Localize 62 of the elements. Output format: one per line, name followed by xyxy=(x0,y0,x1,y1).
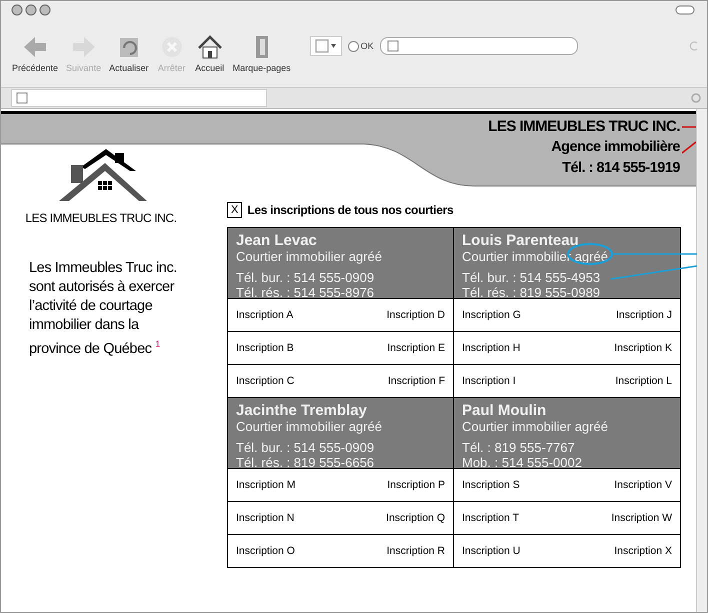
search-engine-dropdown[interactable] xyxy=(310,36,342,56)
listing-link[interactable]: Inscription G xyxy=(462,309,521,321)
broker-phone: Tél. rés. : 819 555-6656 xyxy=(236,455,376,470)
ok-radio[interactable]: OK xyxy=(348,40,374,52)
listing-link[interactable]: Inscription H xyxy=(462,342,520,354)
toolbar-button[interactable]: Marque-pages xyxy=(230,33,294,73)
listing-link[interactable]: Inscription Q xyxy=(386,512,445,524)
broker-title: Courtier immobilier agréé xyxy=(236,419,383,434)
listing-link[interactable]: Inscription K xyxy=(614,342,672,354)
scrollbar[interactable] xyxy=(696,109,707,612)
broker-phone: Tél. rés. : 514 555-8976 xyxy=(236,285,376,300)
listing-link[interactable]: Inscription M xyxy=(236,479,296,491)
broker-title: Courtier immobilier agréé xyxy=(236,249,383,264)
phone-number: Tél. : 814 555-1919 xyxy=(562,159,680,178)
toolbar-button[interactable]: Accueil xyxy=(192,33,228,73)
listing-link[interactable]: Inscription P xyxy=(387,479,445,491)
broker-name: Jacinthe Tremblay xyxy=(236,402,368,419)
listing-link[interactable]: Inscription J xyxy=(616,309,672,321)
listing-link[interactable]: Inscription T xyxy=(462,512,519,524)
listing-link[interactable]: Inscription E xyxy=(387,342,445,354)
close-box[interactable]: X xyxy=(227,202,242,218)
broker-name: Paul Moulin xyxy=(462,402,548,419)
toolbar-toggle-icon[interactable] xyxy=(675,5,695,15)
broker-name: Louis Parenteau xyxy=(462,232,580,249)
address-field[interactable] xyxy=(11,89,267,107)
loading-icon xyxy=(689,41,699,51)
listing-link[interactable]: Inscription I xyxy=(462,375,516,387)
agency-label: Agence immobilière xyxy=(551,138,680,157)
listing-link[interactable]: Inscription V xyxy=(614,479,672,491)
leader-line xyxy=(682,140,696,154)
listing-link[interactable]: Inscription O xyxy=(236,545,295,557)
logo-text: LES IMMEUBLES TRUC INC. xyxy=(25,211,177,225)
page-icon xyxy=(16,92,28,104)
listing-link[interactable]: Inscription N xyxy=(236,512,294,524)
listing-link[interactable]: Inscription D xyxy=(386,309,445,321)
broker-phone: Tél. bur. : 514 555-0909 xyxy=(236,440,376,455)
page-icon xyxy=(386,40,401,52)
listing-link[interactable]: Inscription S xyxy=(462,479,520,491)
broker-title: Courtier immobilier agréé xyxy=(462,419,609,434)
listings-title: Les inscriptions de tous nos courtiers xyxy=(247,203,454,217)
broker-phone: Tél. bur. : 514 555-0909 xyxy=(236,270,376,285)
listing-link[interactable]: Inscription F xyxy=(388,375,445,387)
listing-link[interactable]: Inscription R xyxy=(386,545,445,557)
gear-icon[interactable] xyxy=(691,93,701,103)
broker-phone: Tél. : 819 555-7767 xyxy=(462,440,576,455)
listing-link[interactable]: Inscription W xyxy=(611,512,672,524)
listing-link[interactable]: Inscription U xyxy=(462,545,520,557)
listing-link[interactable]: Inscription L xyxy=(615,375,672,387)
company-name: LES IMMEUBLES TRUC INC. xyxy=(488,117,680,137)
toolbar-button[interactable]: Précédente xyxy=(9,33,62,73)
broker-phone: Tél. rés. : 819 555-0989 xyxy=(462,285,602,300)
search-field[interactable] xyxy=(380,37,578,55)
listing-link[interactable]: Inscription B xyxy=(236,342,294,354)
broker-phone: Tél. bur. : 514 555-4953 xyxy=(462,270,602,285)
intro-paragraph: Les Immeubles Truc inc. sont autorisés à exercer l’activité de courtage immobilier dans la province de Québec $^{1}$ xyxy=(29,259,178,359)
listing-link[interactable]: Inscription A xyxy=(236,309,294,321)
listing-link[interactable]: Inscription C xyxy=(236,375,294,387)
leader-line xyxy=(682,124,696,128)
listing-link[interactable]: Inscription X xyxy=(614,545,672,557)
toolbar-button[interactable]: Actualiser xyxy=(106,33,152,73)
broker-phone: Mob. : 514 555-0002 xyxy=(462,455,583,470)
broker-name: Jean Levac xyxy=(236,232,318,249)
